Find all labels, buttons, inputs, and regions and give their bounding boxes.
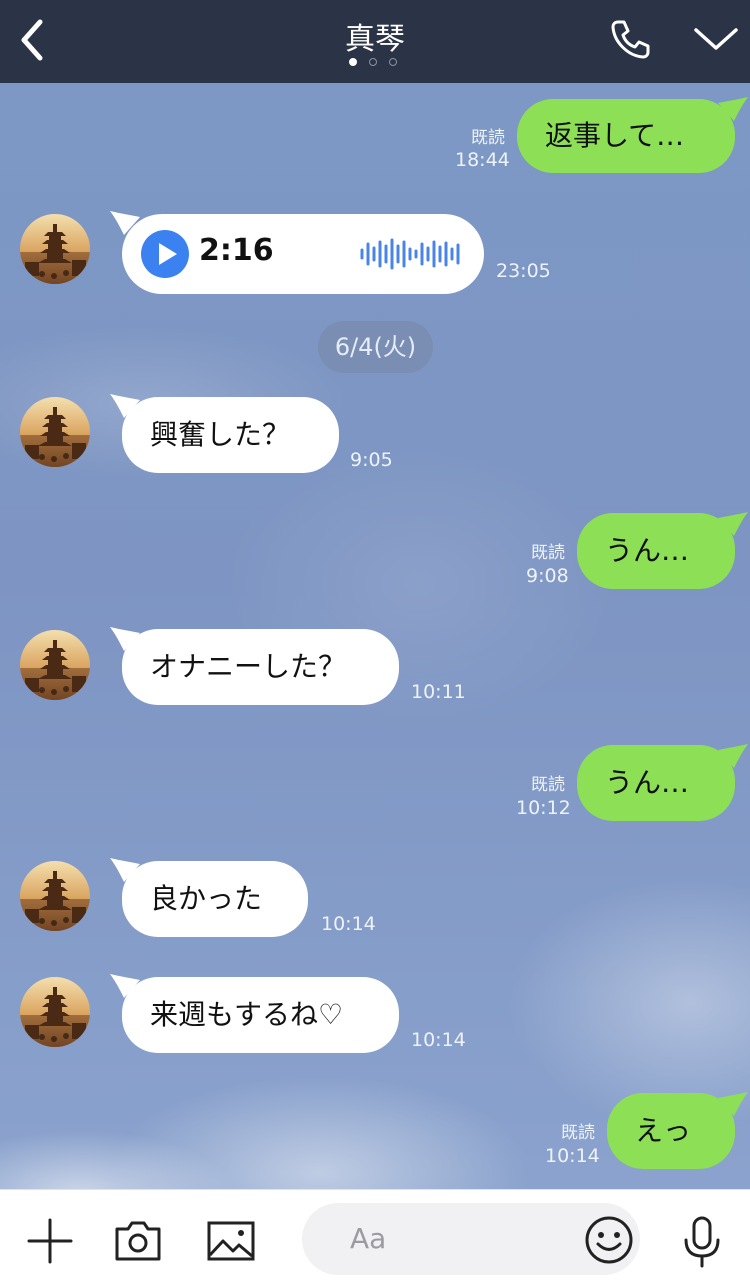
avatar[interactable]: [20, 861, 90, 931]
page-indicator: [349, 58, 409, 70]
voice-duration: 2:16: [199, 233, 274, 268]
read-receipt: 既読: [561, 1123, 595, 1143]
camera-icon[interactable]: [114, 1220, 162, 1262]
smiley-icon[interactable]: [584, 1215, 634, 1265]
avatar[interactable]: [20, 977, 90, 1047]
microphone-icon[interactable]: [682, 1216, 722, 1268]
message-bubble-incoming[interactable]: 来週もするね♡: [122, 977, 399, 1053]
read-receipt: 既読: [531, 543, 565, 563]
bubble-tail: [718, 744, 748, 768]
avatar[interactable]: [20, 397, 90, 467]
image-icon[interactable]: [207, 1221, 255, 1261]
message-bubble-outgoing[interactable]: えっ: [607, 1093, 735, 1169]
chevron-down-icon[interactable]: [692, 20, 740, 60]
read-receipt: 既読: [531, 775, 565, 795]
message-bubble-incoming[interactable]: 良かった: [122, 861, 308, 937]
message-bubble-outgoing[interactable]: 返事して…: [517, 99, 735, 173]
bubble-tail: [718, 97, 748, 121]
chat-header: 真琴: [0, 0, 750, 83]
message-bubble-outgoing[interactable]: うん…: [577, 513, 735, 589]
message-time: 10:14: [411, 1029, 466, 1051]
bubble-tail: [718, 512, 748, 536]
plus-icon[interactable]: [27, 1218, 73, 1264]
message-time: 10:12: [516, 797, 571, 819]
play-icon[interactable]: [141, 230, 189, 278]
bubble-tail: [718, 1092, 748, 1116]
message-time: 18:44: [455, 149, 510, 171]
phone-icon[interactable]: [606, 16, 654, 64]
input-placeholder: Aa: [350, 1222, 387, 1255]
message-time: 10:14: [545, 1145, 600, 1167]
message-time: 10:11: [411, 681, 466, 703]
message-bubble-incoming[interactable]: 興奮した？: [122, 397, 339, 473]
message-time: 9:08: [526, 565, 569, 587]
message-time: 9:05: [350, 449, 393, 471]
voice-message-bubble[interactable]: 2:16: [122, 214, 484, 294]
message-time: 10:14: [321, 913, 376, 935]
waveform-icon: [360, 238, 460, 270]
message-time: 23:05: [496, 260, 551, 282]
page-dot-active: [349, 58, 357, 66]
avatar[interactable]: [20, 630, 90, 700]
date-separator: 6/4(火): [318, 321, 433, 373]
page-dot: [389, 58, 397, 66]
chat-area[interactable]: 既読 18:44 返事して… 2:16 23:05 6/4(火) 興奮した？ 9…: [0, 83, 750, 1189]
message-input[interactable]: Aa: [302, 1203, 640, 1275]
avatar[interactable]: [20, 214, 90, 284]
page-dot: [369, 58, 377, 66]
message-input-bar: Aa: [0, 1189, 750, 1284]
message-bubble-outgoing[interactable]: うん…: [577, 745, 735, 821]
message-bubble-incoming[interactable]: オナニーした？: [122, 629, 399, 705]
read-receipt: 既読: [471, 128, 505, 148]
